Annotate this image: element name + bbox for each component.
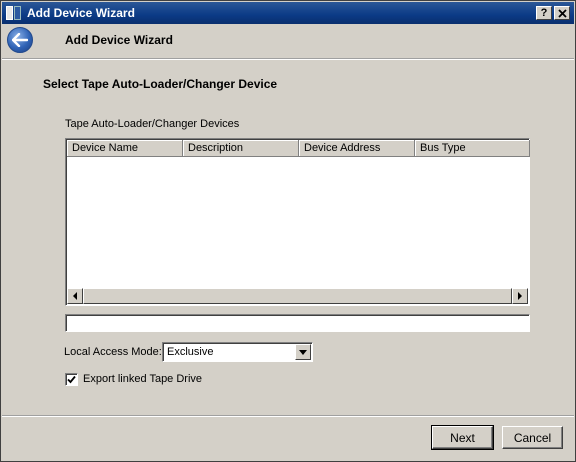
devices-group-label: Tape Auto-Loader/Changer Devices (65, 118, 240, 130)
wizard-window: Add Device Wizard ? Add Device Wizard Se… (0, 0, 576, 462)
access-mode-dropdown-button[interactable] (295, 344, 311, 360)
horizontal-scrollbar[interactable] (67, 288, 528, 304)
column-device-address[interactable]: Device Address (299, 140, 415, 157)
window-title: Add Device Wizard (27, 6, 135, 20)
close-icon (557, 8, 567, 18)
access-mode-select[interactable]: Exclusive (162, 342, 313, 362)
next-button[interactable]: Next (431, 425, 494, 450)
checkmark-icon (67, 375, 76, 384)
column-device-name[interactable]: Device Name (67, 140, 183, 157)
export-checkbox[interactable] (65, 373, 78, 386)
access-mode-label: Local Access Mode: (64, 346, 162, 358)
header-divider (2, 58, 574, 60)
arrow-right-icon (518, 292, 522, 300)
column-bus-type[interactable]: Bus Type (415, 140, 530, 157)
devices-list-header: Device Name Description Device Address B… (67, 140, 530, 157)
wizard-header: Add Device Wizard (2, 24, 574, 58)
section-title: Select Tape Auto-Loader/Changer Device (43, 77, 278, 91)
arrow-left-icon (73, 292, 77, 300)
wizard-app-icon (6, 6, 22, 20)
wizard-footer: Next Cancel (2, 417, 574, 461)
access-mode-value: Exclusive (167, 346, 214, 358)
devices-list[interactable]: Device Name Description Device Address B… (65, 138, 530, 306)
title-bar[interactable]: Add Device Wizard ? (2, 2, 574, 24)
chevron-down-icon (299, 349, 307, 355)
export-checkbox-label[interactable]: Export linked Tape Drive (83, 373, 202, 385)
scroll-right-button[interactable] (512, 288, 528, 304)
help-button[interactable]: ? (536, 6, 552, 20)
close-button[interactable] (554, 6, 570, 20)
header-title: Add Device Wizard (65, 33, 173, 47)
column-description[interactable]: Description (183, 140, 299, 157)
cancel-button[interactable]: Cancel (502, 426, 563, 449)
back-button[interactable] (7, 27, 33, 53)
device-detail-field[interactable] (65, 314, 530, 332)
wizard-content: Select Tape Auto-Loader/Changer Device T… (6, 61, 571, 416)
back-arrow-icon (12, 33, 28, 47)
devices-list-body[interactable] (67, 158, 528, 287)
scroll-left-button[interactable] (67, 288, 83, 304)
scrollbar-thumb[interactable] (83, 288, 512, 304)
